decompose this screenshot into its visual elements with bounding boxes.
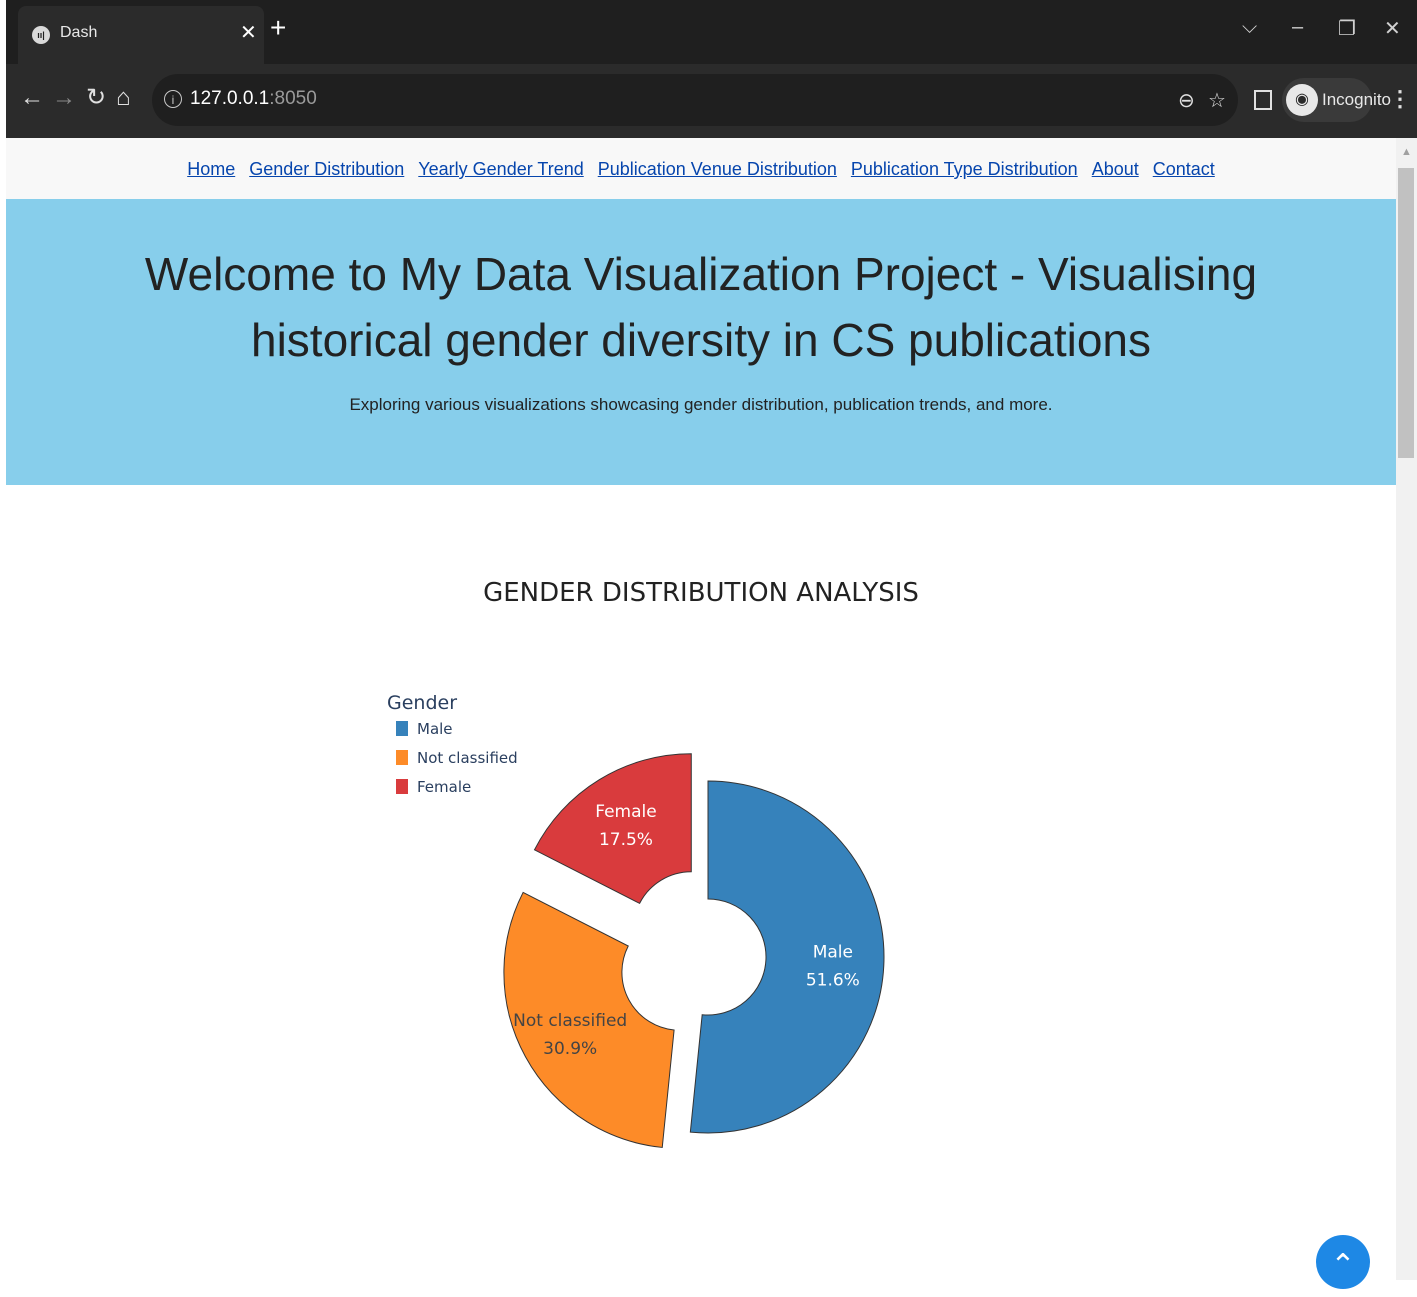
pie-slice-female[interactable] <box>533 753 692 905</box>
nav-link-publication-venue-distribution[interactable]: Publication Venue Distribution <box>598 138 837 200</box>
site-navbar: Home Gender Distribution Yearly Gender Tre… <box>6 138 1396 199</box>
back-icon[interactable]: ← <box>20 86 44 110</box>
close-tab-icon[interactable]: ✕ <box>240 20 257 45</box>
address-bar[interactable]: i 127.0.0.1:8050 ⊖ ☆ <box>152 74 1238 126</box>
reload-icon[interactable]: ↻ <box>86 86 106 110</box>
nav-link-contact[interactable]: Contact <box>1153 138 1215 200</box>
page-title: Welcome to My Data Visualization Project… <box>144 248 1258 366</box>
slice-label-percent: 17.5% <box>599 830 653 850</box>
legend-label[interactable]: Male <box>417 720 453 738</box>
chevron-up-icon: ⌃ <box>1330 1249 1356 1282</box>
legend-title: Gender <box>387 692 457 714</box>
slice-label-name: Male <box>813 942 853 962</box>
gender-distribution-chart: GENDER DISTRIBUTION ANALYSIS Gender Male… <box>6 485 1396 1280</box>
page-subtitle: Exploring various visualizations showcas… <box>349 395 1053 414</box>
chart-title: GENDER DISTRIBUTION ANALYSIS <box>483 578 919 608</box>
chart-legend: Gender Male Not classified Female <box>387 692 518 796</box>
slice-label-name: Not classified <box>513 1011 627 1031</box>
restore-icon[interactable]: ❐ <box>1338 16 1356 41</box>
side-panel-icon[interactable] <box>1254 90 1272 110</box>
nav-link-yearly-gender-trend[interactable]: Yearly Gender Trend <box>418 138 583 200</box>
tab-dash[interactable]: ıı| Dash ✕ <box>18 6 264 64</box>
url-port: :8050 <box>269 88 317 109</box>
hero-banner: Welcome to My Data Visualization Project… <box>6 199 1396 485</box>
incognito-label: Incognito <box>1322 90 1391 109</box>
scroll-to-top-button[interactable]: ⌃ <box>1316 1235 1370 1289</box>
tab-title: Dash <box>60 24 98 41</box>
tab-search-chevron-icon[interactable]: ⌵ <box>1242 16 1257 39</box>
new-tab-icon[interactable]: + <box>270 14 286 42</box>
url-host: 127.0.0.1 <box>190 88 270 109</box>
pie-chart-svg: GENDER DISTRIBUTION ANALYSIS Gender Male… <box>387 578 919 1148</box>
scroll-up-icon[interactable]: ▲ <box>1401 146 1412 158</box>
legend-swatch[interactable] <box>396 779 408 794</box>
incognito-badge[interactable]: ◉ Incognito <box>1282 78 1391 122</box>
tab-strip: ıı| Dash ✕ + ⌵ – ❐ ✕ <box>6 0 1417 64</box>
scroll-thumb[interactable] <box>1398 168 1414 458</box>
bookmark-star-icon[interactable]: ☆ <box>1208 88 1226 113</box>
nav-link-gender-distribution[interactable]: Gender Distribution <box>249 138 404 200</box>
legend-swatch[interactable] <box>396 750 408 765</box>
close-window-icon[interactable]: ✕ <box>1384 16 1401 41</box>
pie-slice-male[interactable] <box>689 780 885 1134</box>
legend-label[interactable]: Female <box>417 778 471 796</box>
slice-label-percent: 51.6% <box>806 970 860 990</box>
minimize-icon[interactable]: – <box>1292 16 1303 39</box>
site-info-icon[interactable]: i <box>164 90 182 108</box>
incognito-icon: ◉ <box>1286 84 1318 116</box>
dash-favicon-icon: ıı| <box>32 26 50 44</box>
page-scrollbar[interactable]: ▲ <box>1396 138 1417 1280</box>
forward-icon[interactable]: → <box>52 86 76 110</box>
home-icon[interactable]: ⌂ <box>116 86 131 110</box>
slice-label-name: Female <box>595 802 656 822</box>
legend-label[interactable]: Not classified <box>417 749 518 767</box>
slice-label-percent: 30.9% <box>543 1039 597 1059</box>
url-text[interactable]: 127.0.0.1:8050 <box>190 88 317 110</box>
nav-link-home[interactable]: Home <box>187 138 235 200</box>
nav-link-publication-type-distribution[interactable]: Publication Type Distribution <box>851 138 1078 200</box>
zoom-icon[interactable]: ⊖ <box>1178 88 1195 113</box>
browser-toolbar: ← → ↻ ⌂ i 127.0.0.1:8050 ⊖ ☆ ◉ Incognito… <box>6 64 1417 138</box>
legend-swatch[interactable] <box>396 721 408 736</box>
nav-link-about[interactable]: About <box>1092 138 1139 200</box>
browser-menu-icon[interactable]: ⋮ <box>1389 86 1411 112</box>
